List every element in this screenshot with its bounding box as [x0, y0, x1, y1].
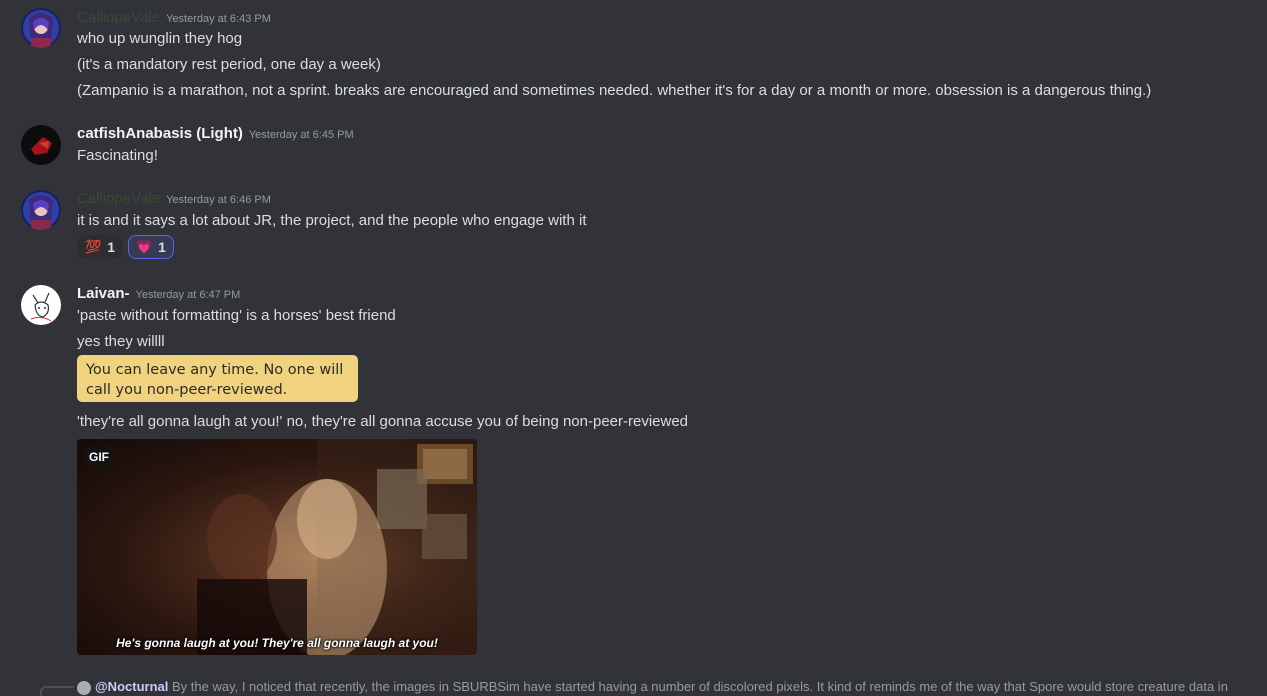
- author-name[interactable]: Laivan-: [77, 285, 130, 302]
- timestamp: Yesterday at 6:47 PM: [135, 289, 241, 301]
- message-text: yes they willll: [77, 333, 165, 350]
- quote-image-line: call you non-peer-reviewed.: [86, 382, 288, 398]
- pink-heart-icon: 💗: [135, 239, 153, 254]
- reaction-count: 1: [158, 239, 166, 255]
- message-text: who up wunglin they hog: [77, 30, 243, 47]
- hundred-points-icon: 💯: [85, 239, 102, 254]
- reaction-pink-heart[interactable]: 💗 1: [127, 235, 174, 259]
- avatar-catfishanabasis[interactable]: [21, 125, 61, 165]
- avatar-laivan[interactable]: [21, 285, 61, 325]
- message-text: 'paste without formatting' is a horses' …: [77, 307, 396, 324]
- reply-text: By the way, I noticed that recently, the…: [171, 679, 1228, 694]
- avatar-calliopevale[interactable]: [21, 190, 61, 230]
- reply-spine: [40, 686, 74, 696]
- reaction-100[interactable]: 💯 1: [77, 235, 123, 259]
- quote-image[interactable]: You can leave any time. No one will call…: [77, 355, 358, 402]
- quote-image-line: You can leave any time. No one will: [86, 362, 344, 378]
- gif-badge: GIF: [84, 447, 114, 467]
- author-name[interactable]: CalliopeVale: [77, 190, 160, 207]
- timestamp: Yesterday at 6:46 PM: [166, 194, 271, 206]
- message-text: it is and it says a lot about JR, the pr…: [77, 212, 587, 229]
- reaction-count: 1: [107, 239, 115, 255]
- avatar-calliopevale[interactable]: [21, 8, 61, 48]
- reply-preview[interactable]: @Nocturnal By the way, I noticed that re…: [77, 679, 1228, 695]
- timestamp: Yesterday at 6:45 PM: [248, 129, 354, 141]
- gif-caption: He's gonna laugh at you! They're all gon…: [116, 636, 438, 650]
- reactions-bar: 💯 1 💗 1: [77, 235, 174, 259]
- message-text: 'they're all gonna laugh at you!' no, th…: [77, 413, 689, 430]
- gif-embed[interactable]: GIF He's gonna laugh at you! They're all…: [77, 439, 477, 655]
- message-text: (Zampanio is a marathon, not a sprint. b…: [77, 82, 1152, 99]
- reply-avatar: [77, 680, 91, 695]
- author-name[interactable]: CalliopeVale: [77, 9, 160, 26]
- author-name[interactable]: catfishAnabasis (Light): [77, 125, 243, 142]
- reply-mention[interactable]: @Nocturnal: [95, 679, 168, 694]
- message-text: (it's a mandatory rest period, one day a…: [77, 56, 381, 73]
- timestamp: Yesterday at 6:43 PM: [166, 13, 271, 25]
- message-text: Fascinating!: [77, 147, 158, 164]
